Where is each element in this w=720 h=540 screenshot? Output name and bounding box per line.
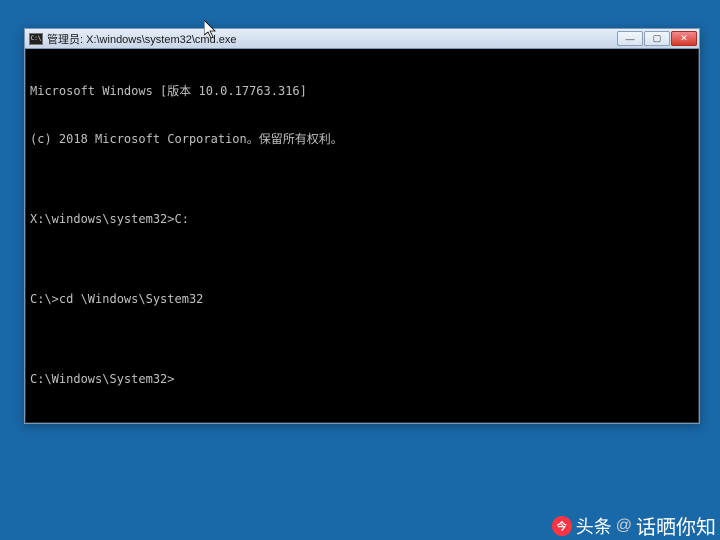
watermark-brand: 头条 <box>576 513 612 539</box>
close-button[interactable]: ✕ <box>671 31 697 46</box>
window-title: 管理员: X:\windows\system32\cmd.exe <box>47 31 617 47</box>
console-prompt: C:\Windows\System32> <box>30 371 694 387</box>
console-line: Microsoft Windows [版本 10.0.17763.316] <box>30 83 694 99</box>
watermark: 今 头条 @ 话晒你知 <box>552 511 716 540</box>
console-line: C:\>cd \Windows\System32 <box>30 291 694 307</box>
watermark-at: @ <box>616 517 632 535</box>
cmd-window: C:\ 管理员: X:\windows\system32\cmd.exe — ▢… <box>24 28 700 424</box>
console-line: X:\windows\system32>C: <box>30 211 694 227</box>
titlebar[interactable]: C:\ 管理员: X:\windows\system32\cmd.exe — ▢… <box>25 29 699 49</box>
window-controls: — ▢ ✕ <box>617 31 697 46</box>
console-line: (c) 2018 Microsoft Corporation。保留所有权利。 <box>30 131 694 147</box>
watermark-author: 话晒你知 <box>636 511 716 540</box>
maximize-button[interactable]: ▢ <box>644 31 670 46</box>
watermark-logo-icon: 今 <box>552 516 572 536</box>
minimize-button[interactable]: — <box>617 31 643 46</box>
console-output[interactable]: Microsoft Windows [版本 10.0.17763.316] (c… <box>25 49 699 423</box>
app-icon: C:\ <box>29 33 43 45</box>
